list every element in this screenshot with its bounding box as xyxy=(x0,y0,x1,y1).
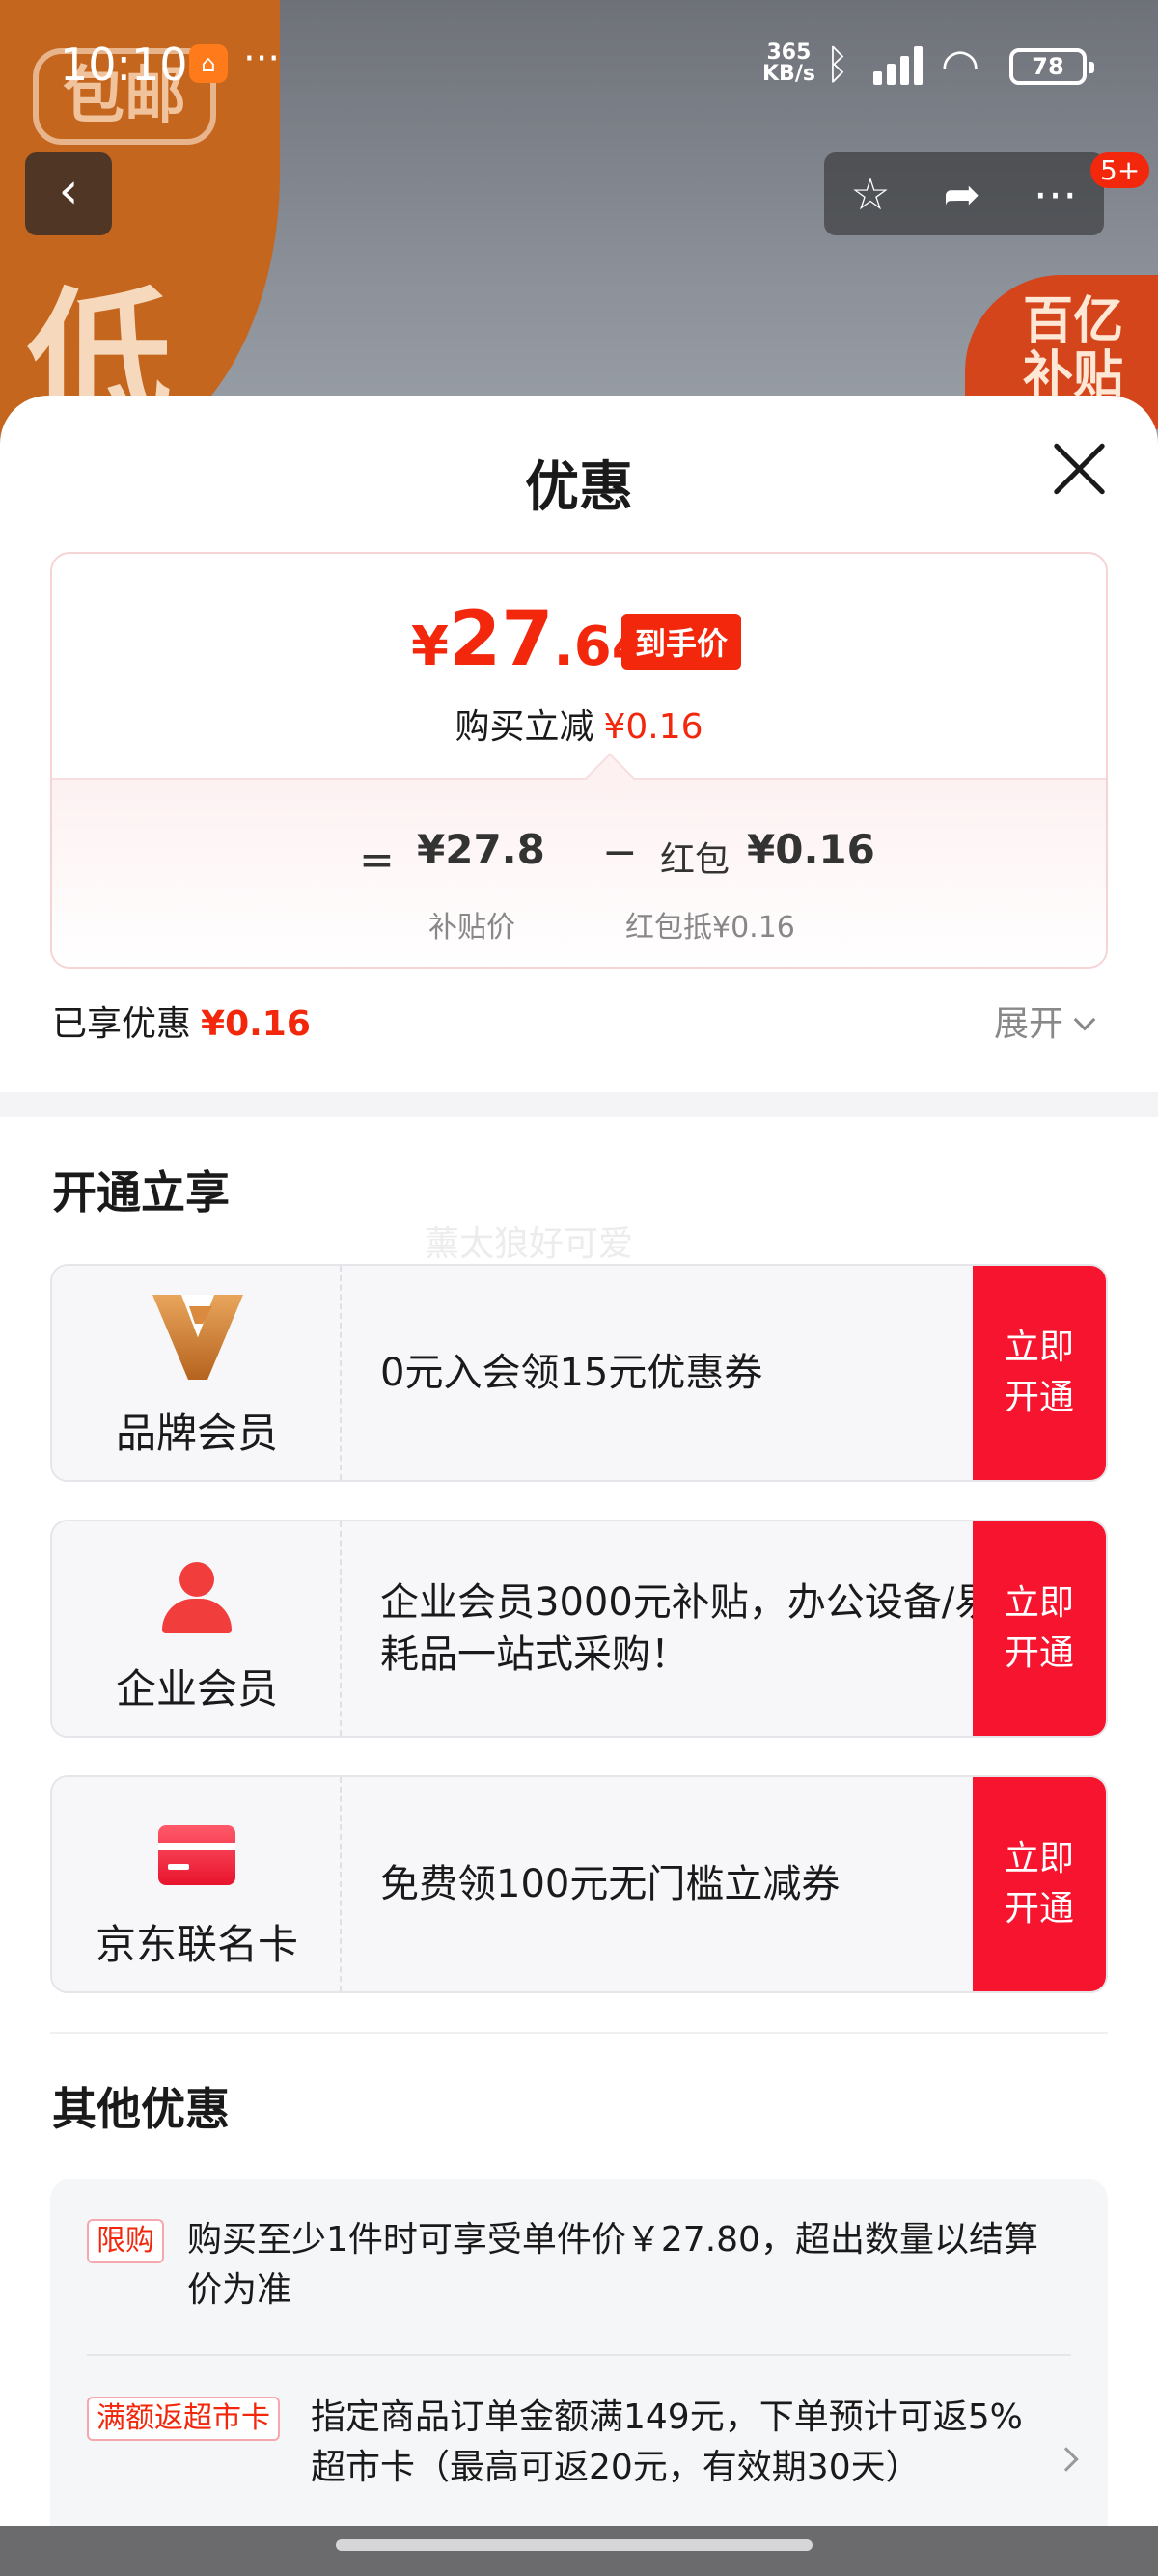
enterprise-member-row: 企业会员 企业会员3000元补贴，办公设备/易耗品一站式采购！ 立即开通 xyxy=(50,1520,1108,1738)
enjoyed-discount: 已享优惠 ¥0.16 xyxy=(52,996,311,1046)
expand-label: 展开 xyxy=(994,1004,1064,1044)
close-button[interactable] xyxy=(1048,438,1110,500)
bluetooth-icon: ᛒ xyxy=(825,41,850,88)
cobrand-card-row: 京东联名卡 免费领100元无门槛立减券 立即开通 xyxy=(50,1775,1108,1993)
signal-icon xyxy=(873,44,933,85)
open-now-button[interactable]: 立即开通 xyxy=(973,1777,1106,1991)
reduce-amount: ¥0.16 xyxy=(603,707,703,747)
limit-purchase-item: 限购 购买至少1件时可享受单件价￥27.80，超出数量以结算价为准 xyxy=(87,2215,1071,2316)
wifi-icon: ◠ xyxy=(941,39,980,91)
battery-indicator: 78 xyxy=(1009,48,1094,85)
enjoyed-amount: ¥0.16 xyxy=(201,1004,311,1044)
gesture-bar-area xyxy=(0,2526,1158,2576)
chevron-right-icon[interactable] xyxy=(1054,2447,1079,2472)
message-badge: 5+ xyxy=(1090,152,1150,188)
back-button[interactable]: ‹ xyxy=(25,152,112,235)
redpack-name: 红包 xyxy=(660,840,731,880)
nav-actions: ☆ ➦ ⋯ xyxy=(824,152,1104,235)
redpack-label: 红包抵¥0.16 xyxy=(625,911,795,945)
credit-card-icon xyxy=(158,1825,235,1885)
supermarket-card-item[interactable]: 满额返超市卡 指定商品订单金额满149元，下单预计可返5%超市卡（最高可返20元… xyxy=(87,2393,1033,2493)
limit-text: 购买至少1件时可享受单件价￥27.80，超出数量以结算价为准 xyxy=(187,2220,1038,2310)
discount-sheet: 优惠 ¥27.64 到手价 购买立减 ¥0.16 = ¥27.8 补贴价 − 红包… xyxy=(0,396,1158,2576)
subsidy-price: ¥27.8 xyxy=(417,826,545,873)
chevron-down-icon xyxy=(1073,1008,1096,1031)
currency-symbol: ¥ xyxy=(411,616,449,678)
minus-sign: − xyxy=(602,828,638,877)
supermarket-text: 指定商品订单金额满149元，下单预计可返5%超市卡（最高可返20元，有效期30天… xyxy=(311,2398,1023,2487)
net-speed-unit: KB/s xyxy=(762,62,815,86)
section-divider xyxy=(0,1092,1158,1117)
favorite-icon[interactable]: ☆ xyxy=(850,168,890,220)
member-desc: 免费领100元无门槛立减券 xyxy=(380,1862,841,1906)
subsidy-line1: 百亿 xyxy=(1023,292,1124,350)
instant-reduce-line: 购买立减 ¥0.16 xyxy=(52,699,1106,749)
status-time: 10:10 xyxy=(60,39,188,91)
open-section-title: 开通立享 xyxy=(52,1166,230,1219)
subsidy-line2: 补贴 xyxy=(1023,346,1124,404)
open-now-button[interactable]: 立即开通 xyxy=(973,1266,1106,1480)
share-icon[interactable]: ➦ xyxy=(943,168,980,220)
subsidy-price-label: 补贴价 xyxy=(428,911,515,945)
final-price-int: 27 xyxy=(448,596,554,683)
status-more: ··· xyxy=(243,37,281,81)
final-price-area: ¥27.64 到手价 购买立减 ¥0.16 xyxy=(52,554,1106,778)
brand-member-icon xyxy=(152,1295,243,1380)
reduce-label: 购买立减 xyxy=(455,707,594,747)
brand-member-row: 品牌会员 0元入会领15元优惠券 立即开通 xyxy=(50,1264,1108,1482)
price-breakdown: = ¥27.8 补贴价 − 红包 ¥0.16 红包抵¥0.16 xyxy=(52,778,1106,967)
open-now-button[interactable]: 立即开通 xyxy=(973,1521,1106,1736)
other-discounts-box: 限购 购买至少1件时可享受单件价￥27.80，超出数量以结算价为准 满额返超市卡… xyxy=(50,2179,1108,2576)
price-card: ¥27.64 到手价 购买立减 ¥0.16 = ¥27.8 补贴价 − 红包 ¥0… xyxy=(50,552,1108,969)
person-icon xyxy=(158,1562,235,1637)
member-name: 企业会员 xyxy=(115,1665,278,1713)
net-speed: 365 KB/s xyxy=(762,42,815,85)
supermarket-tag: 满额返超市卡 xyxy=(87,2397,280,2441)
final-price-tag: 到手价 xyxy=(621,614,742,670)
watermark: 薰太狼好可爱 xyxy=(425,1224,634,1264)
member-left: 品牌会员 xyxy=(52,1266,342,1480)
redpack-amount: ¥0.16 xyxy=(747,826,875,873)
enjoyed-label: 已享优惠 xyxy=(52,1004,192,1044)
equals-sign: = xyxy=(359,836,395,885)
section-line xyxy=(50,2032,1108,2034)
member-name: 京东联名卡 xyxy=(95,1921,298,1968)
member-desc: 0元入会领15元优惠券 xyxy=(380,1351,763,1395)
final-price: ¥27.64 xyxy=(411,596,649,683)
limit-tag: 限购 xyxy=(87,2219,164,2263)
app-notification-icon: ⌂ xyxy=(189,44,228,83)
net-speed-value: 365 xyxy=(766,41,812,65)
expand-toggle[interactable]: 展开 xyxy=(994,996,1096,1046)
status-bar: 10:10 ⌂ ··· 365 KB/s ᛒ ◠ 78 xyxy=(0,0,1158,125)
other-section-title: 其他优惠 xyxy=(52,2083,230,2135)
home-indicator[interactable] xyxy=(336,2539,813,2551)
sheet-title: 优惠 xyxy=(525,456,633,519)
member-desc: 企业会员3000元补贴，办公设备/易耗品一站式采购！ xyxy=(380,1580,994,1677)
member-left: 京东联名卡 xyxy=(52,1777,342,1991)
item-separator xyxy=(87,2354,1071,2356)
more-icon[interactable]: ⋯ xyxy=(1034,168,1078,220)
member-left: 企业会员 xyxy=(52,1521,342,1736)
member-name: 品牌会员 xyxy=(115,1410,278,1457)
